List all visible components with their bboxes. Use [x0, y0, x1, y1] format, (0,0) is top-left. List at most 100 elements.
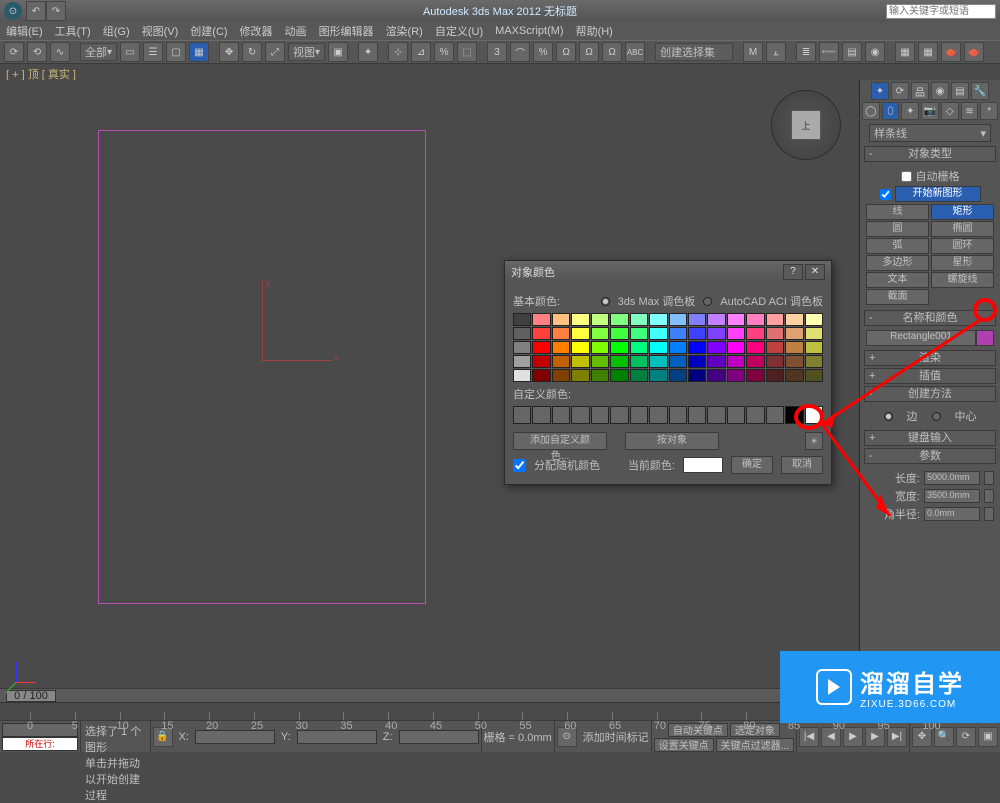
- palette-swatch[interactable]: [630, 369, 648, 382]
- startnew-button[interactable]: 开始新图形: [895, 186, 981, 202]
- palette-swatch[interactable]: [513, 327, 531, 340]
- aci-palette-radio[interactable]: [703, 297, 712, 306]
- undo-icon[interactable]: ↶: [26, 1, 46, 21]
- palette-swatch[interactable]: [513, 355, 531, 368]
- palette-swatch[interactable]: [591, 341, 609, 354]
- rollout-name-color[interactable]: -名称和颜色: [864, 310, 996, 326]
- palette-swatch[interactable]: [630, 341, 648, 354]
- palette-swatch[interactable]: [552, 355, 570, 368]
- corner-spinner[interactable]: [984, 507, 994, 521]
- palette-swatch[interactable]: [707, 355, 725, 368]
- custom-swatch[interactable]: [707, 406, 725, 424]
- palette-swatch[interactable]: [649, 369, 667, 382]
- nav-orbit-icon[interactable]: ⟳: [956, 727, 976, 747]
- section-button[interactable]: 截面: [866, 289, 929, 305]
- menu-animation[interactable]: 动画: [285, 23, 307, 39]
- shapes-cat-icon[interactable]: ⬯: [882, 102, 900, 120]
- palette-swatch[interactable]: [669, 355, 687, 368]
- palette-swatch[interactable]: [727, 369, 745, 382]
- snap3-icon[interactable]: %: [533, 42, 553, 62]
- bind-icon[interactable]: ∿: [50, 42, 70, 62]
- rectangle-button[interactable]: 矩形: [931, 204, 994, 220]
- angle-snap-icon[interactable]: ⊿: [411, 42, 431, 62]
- palette-swatch[interactable]: [727, 341, 745, 354]
- viewport-label[interactable]: [ + ] 顶 [ 真实 ]: [0, 64, 1000, 80]
- palette-swatch[interactable]: [532, 355, 550, 368]
- select-name-icon[interactable]: ☰: [143, 42, 163, 62]
- menu-rendering[interactable]: 渲染(R): [386, 23, 423, 39]
- nav-max-icon[interactable]: ▣: [978, 727, 998, 747]
- cameras-cat-icon[interactable]: 📷: [921, 102, 939, 120]
- palette-swatch[interactable]: [552, 369, 570, 382]
- center-radio[interactable]: [932, 412, 941, 421]
- palette-swatch[interactable]: [591, 369, 609, 382]
- object-name-input[interactable]: Rectangle001: [866, 330, 976, 346]
- link-icon[interactable]: ⟳: [4, 42, 24, 62]
- palette-swatch[interactable]: [649, 341, 667, 354]
- circle-button[interactable]: 圆: [866, 221, 929, 237]
- move-icon[interactable]: ✥: [219, 42, 239, 62]
- custom-swatch[interactable]: [630, 406, 648, 424]
- custom-swatch[interactable]: [669, 406, 687, 424]
- custom-swatch[interactable]: [571, 406, 589, 424]
- render2-icon[interactable]: 🫖: [964, 42, 984, 62]
- line-button[interactable]: 线: [866, 204, 929, 220]
- create-tab-icon[interactable]: ✦: [871, 82, 889, 100]
- ok-button[interactable]: 确定: [731, 456, 773, 474]
- palette-swatch[interactable]: [669, 327, 687, 340]
- motion-tab-icon[interactable]: ◉: [931, 82, 949, 100]
- rollout-params[interactable]: -参数: [864, 448, 996, 464]
- palette-swatch[interactable]: [727, 313, 745, 326]
- custom-swatch[interactable]: [766, 406, 784, 424]
- corner-input[interactable]: 0.0mm: [924, 507, 980, 521]
- app-logo[interactable]: ⊙: [4, 2, 22, 20]
- modify-tab-icon[interactable]: ⟳: [891, 82, 909, 100]
- helpers-cat-icon[interactable]: ◇: [941, 102, 959, 120]
- utilities-tab-icon[interactable]: 🔧: [971, 82, 989, 100]
- palette-swatch[interactable]: [785, 355, 803, 368]
- palette-swatch[interactable]: [785, 327, 803, 340]
- palette-swatch[interactable]: [552, 313, 570, 326]
- named-selset[interactable]: 创建选择集: [655, 43, 733, 61]
- spacewarps-cat-icon[interactable]: ≋: [961, 102, 979, 120]
- snap-icon[interactable]: ⊹: [388, 42, 408, 62]
- palette-swatch[interactable]: [571, 369, 589, 382]
- palette-swatch[interactable]: [552, 341, 570, 354]
- menu-customize[interactable]: 自定义(U): [435, 23, 483, 39]
- add-custom-button[interactable]: 添加自定义颜色...: [513, 432, 607, 450]
- palette-swatch[interactable]: [532, 313, 550, 326]
- palette-swatch[interactable]: [746, 313, 764, 326]
- matl-icon[interactable]: ◉: [865, 42, 885, 62]
- palette-swatch[interactable]: [610, 327, 628, 340]
- palette-swatch[interactable]: [688, 327, 706, 340]
- select-icon[interactable]: ▭: [120, 42, 140, 62]
- palette-swatch[interactable]: [630, 355, 648, 368]
- palette-swatch[interactable]: [591, 327, 609, 340]
- ngon-button[interactable]: 多边形: [866, 255, 929, 271]
- custom-swatch[interactable]: [513, 406, 531, 424]
- display-tab-icon[interactable]: ▤: [951, 82, 969, 100]
- unlink-icon[interactable]: ⟲: [27, 42, 47, 62]
- palette-swatch[interactable]: [688, 369, 706, 382]
- palette-swatch[interactable]: [610, 313, 628, 326]
- custom-swatch[interactable]: [688, 406, 706, 424]
- custom-swatch[interactable]: [610, 406, 628, 424]
- menu-group[interactable]: 组(G): [103, 23, 130, 39]
- current-color-swatch[interactable]: [683, 457, 723, 473]
- setkey-button[interactable]: 设置关键点: [654, 738, 714, 752]
- helix-button[interactable]: 螺旋线: [931, 272, 994, 288]
- help-search-input[interactable]: [886, 4, 996, 19]
- palette-swatch[interactable]: [688, 313, 706, 326]
- abc-icon[interactable]: ABC: [625, 42, 645, 62]
- render-icon[interactable]: 🫖: [941, 42, 961, 62]
- selection-filter[interactable]: 全部 ▾: [80, 43, 117, 61]
- palette-swatch[interactable]: [707, 313, 725, 326]
- palette-swatch[interactable]: [630, 327, 648, 340]
- palette-swatch[interactable]: [610, 341, 628, 354]
- play-icon[interactable]: ▶: [843, 727, 863, 747]
- palette-swatch[interactable]: [669, 341, 687, 354]
- palette-swatch[interactable]: [669, 369, 687, 382]
- startnew-checkbox[interactable]: [880, 189, 891, 200]
- dialog-help-icon[interactable]: ?: [783, 264, 803, 280]
- arc-button[interactable]: 弧: [866, 238, 929, 254]
